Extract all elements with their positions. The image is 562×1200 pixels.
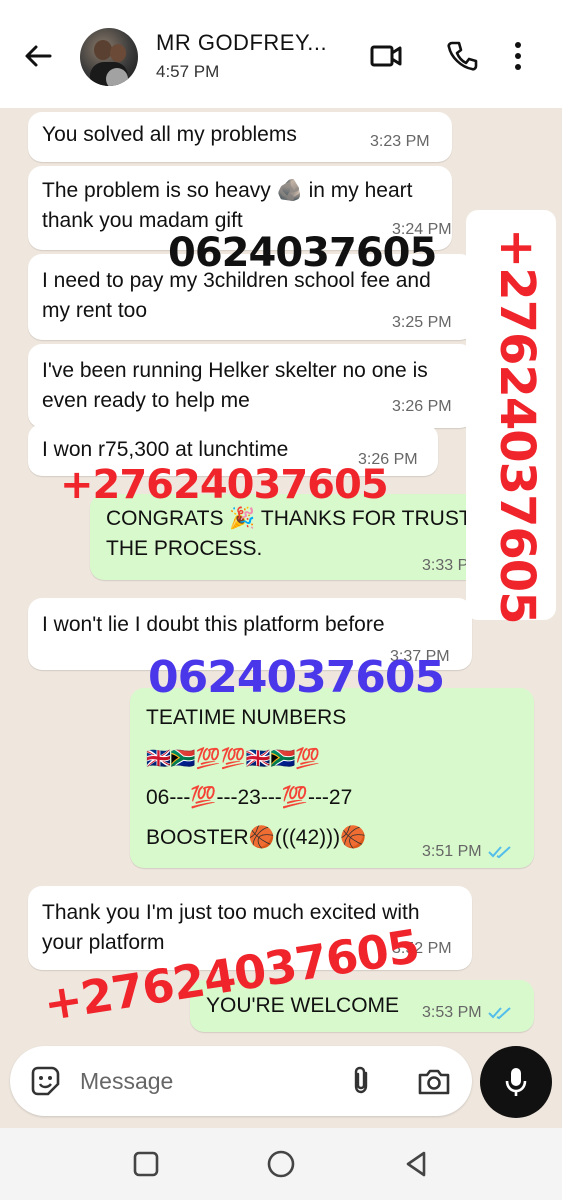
attach-icon[interactable] [344,1064,378,1098]
read-receipt-icon [487,846,511,859]
home-icon[interactable] [265,1148,297,1180]
message-text: CONGRATS 🎉 THANKS FOR TRUSTING THE PROCE… [106,507,510,560]
message-time: 3:52 PM [392,940,452,957]
message-time-text: 3:51 PM [422,843,482,860]
message-list[interactable]: You solved all my problems 3:23 PM The p… [0,108,562,1128]
message-line: TEATIME NUMBERS [146,706,347,729]
message-time: 3:24 PM [392,221,452,238]
read-receipt-icon [487,1007,511,1020]
message-text: I won r75,300 at lunchtime [42,438,289,461]
message-time: 3:26 PM [358,451,418,468]
message-time: 3:25 PM [392,314,452,331]
message-line: 🇬🇧🇿🇦💯💯🇬🇧🇿🇦💯 [146,746,321,770]
camera-icon[interactable] [416,1064,452,1100]
contact-info[interactable]: MR GODFREY... 4:57 PM [156,30,327,82]
more-options-icon[interactable] [510,38,546,74]
message-outgoing[interactable]: TEATIME NUMBERS 🇬🇧🇿🇦💯💯🇬🇧🇿🇦💯 06---💯---23-… [130,688,534,868]
message-time: 3:51 PM [422,843,512,861]
chat-header: MR GODFREY... 4:57 PM [0,0,562,108]
message-text: The problem is so heavy 🪨 in my heart th… [42,179,413,232]
nav-back-icon[interactable] [400,1148,432,1180]
message-text: I need to pay my 3children school fee an… [42,269,431,322]
emoji-sticker-icon[interactable] [28,1064,62,1098]
message-text: You solved all my problems [42,123,297,146]
watermark-panel [466,210,556,620]
video-call-icon[interactable] [368,38,404,74]
message-composer [10,1046,472,1116]
message-text: Thank you I'm just too much excited with… [42,901,420,954]
message-text: I won't lie I doubt this platform before [42,613,385,636]
message-time: 3:53 PM [422,1004,512,1022]
message-time: 3:37 PM [390,648,450,665]
contact-avatar[interactable] [80,28,138,86]
system-nav-bar [0,1128,562,1200]
voice-call-icon[interactable] [444,38,480,74]
recent-apps-icon[interactable] [130,1148,162,1180]
message-time-text: 3:53 PM [422,1004,482,1021]
message-incoming[interactable]: The problem is so heavy 🪨 in my heart th… [28,166,452,250]
message-input[interactable] [80,1060,330,1102]
contact-name[interactable]: MR GODFREY... [156,30,327,56]
voice-message-button[interactable] [480,1046,552,1118]
back-arrow-icon[interactable] [20,38,56,74]
message-time: 3:26 PM [392,398,452,415]
message-time: 3:23 PM [370,133,430,150]
message-text: YOU'RE WELCOME [206,994,400,1017]
microphone-icon [505,1068,527,1096]
message-line: 06---💯---23---💯---27 [146,786,353,809]
message-text: I've been running Helker skelter no one … [42,359,428,412]
last-seen-status: 4:57 PM [156,62,220,81]
